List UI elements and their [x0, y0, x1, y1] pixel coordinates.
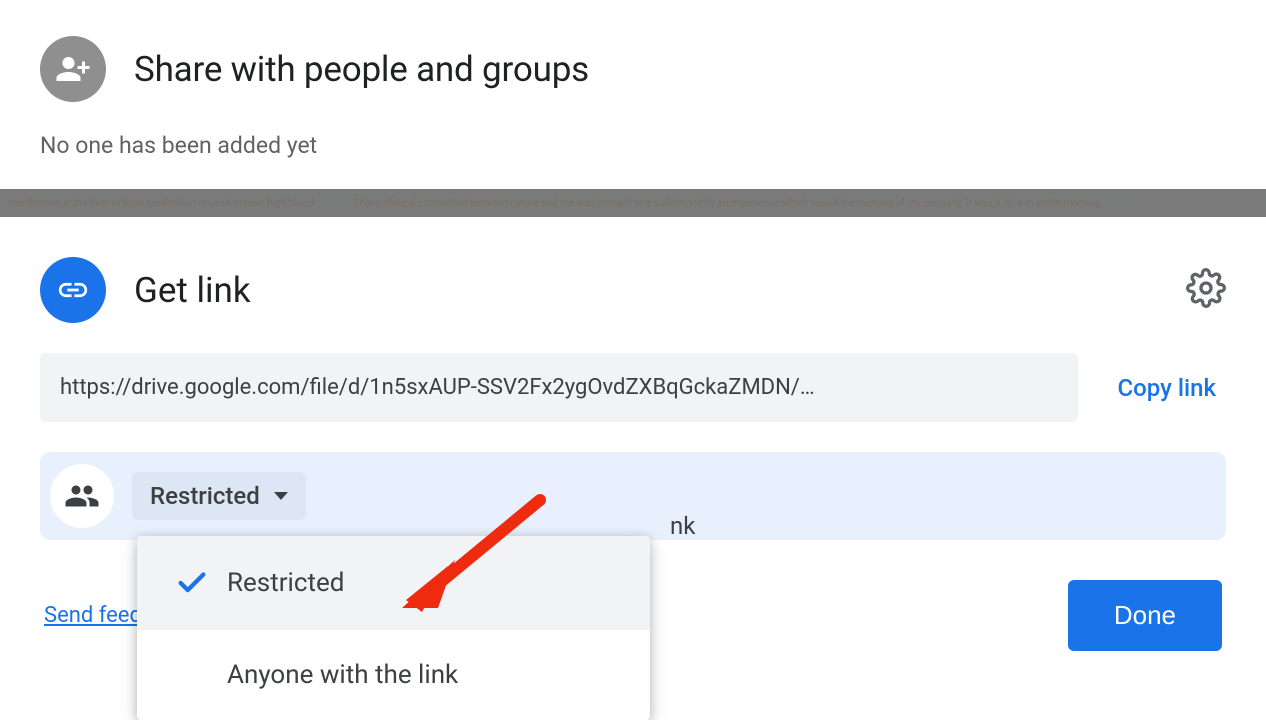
dropdown-option-anyone[interactable]: Anyone with the link — [137, 630, 650, 720]
access-dropdown-menu: Restricted Anyone with the link — [137, 536, 650, 720]
dropdown-option-label: Anyone with the link — [227, 660, 458, 690]
done-button[interactable]: Done — [1068, 580, 1222, 651]
person-add-icon — [40, 36, 106, 102]
link-title: Get link — [134, 270, 1158, 311]
share-section: Share with people and groups No one has … — [0, 0, 1266, 189]
share-url-box[interactable]: https://drive.google.com/file/d/1n5sxAUP… — [40, 353, 1078, 422]
copy-link-button[interactable]: Copy link — [1108, 374, 1226, 402]
check-icon — [157, 566, 227, 600]
gear-icon[interactable] — [1186, 268, 1226, 312]
share-subtext: No one has been added yet — [40, 132, 1226, 159]
people-icon — [50, 464, 114, 528]
access-row: Restricted nk — [40, 452, 1226, 540]
bg-text-right: This umbilical connection between nature… — [354, 198, 1101, 209]
dropdown-option-restricted[interactable]: Restricted — [137, 536, 650, 630]
bg-text-left: sterification in the liver to form medic… — [8, 198, 314, 209]
share-title[interactable]: Share with people and groups — [134, 49, 589, 90]
background-document-strip: sterification in the liver to form medic… — [0, 189, 1266, 217]
link-row: https://drive.google.com/file/d/1n5sxAUP… — [40, 353, 1226, 422]
link-header: Get link — [40, 257, 1226, 323]
access-hint-partial: nk — [670, 512, 695, 540]
access-dropdown-button[interactable]: Restricted — [132, 472, 306, 520]
access-dropdown-label: Restricted — [150, 482, 260, 510]
share-header: Share with people and groups — [40, 36, 1226, 102]
link-icon — [40, 257, 106, 323]
chevron-down-icon — [274, 492, 288, 500]
dropdown-option-label: Restricted — [227, 568, 344, 598]
send-feedback-link[interactable]: Send feed — [44, 603, 142, 628]
